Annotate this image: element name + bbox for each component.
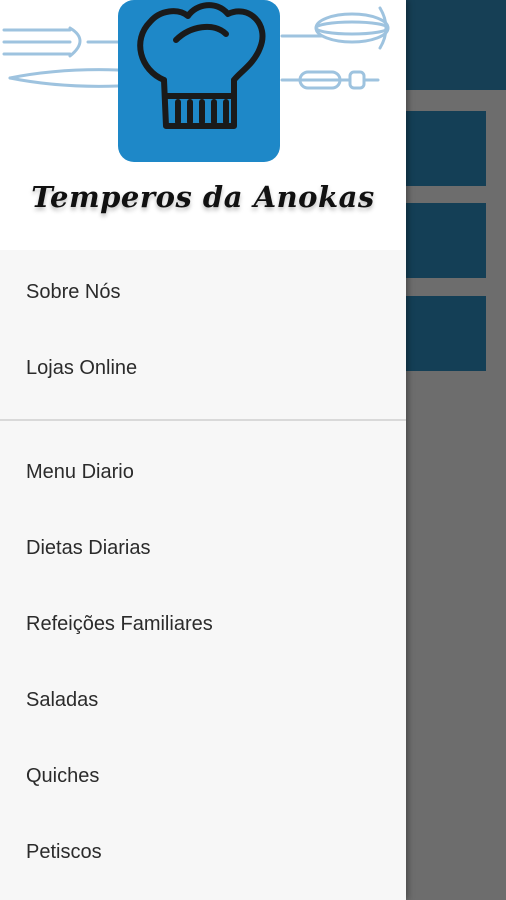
background-tile	[406, 203, 486, 278]
menu-item-dietas-diarias[interactable]: Dietas Diarias	[0, 510, 406, 586]
menu-item-saladas[interactable]: Saladas	[0, 662, 406, 738]
menu-item-quiches[interactable]: Quiches	[0, 738, 406, 814]
navigation-drawer: Temperos da Anokas Sobre Nós Lojas Onlin…	[0, 0, 406, 900]
drawer-menu: Sobre Nós Lojas Online Menu Diario Dieta…	[0, 254, 406, 890]
menu-item-petiscos[interactable]: Petiscos	[0, 814, 406, 890]
logo-background	[118, 0, 280, 162]
header-artwork	[2, 0, 390, 162]
brand-title: Temperos da Anokas	[31, 180, 375, 214]
menu-item-sobre-nos[interactable]: Sobre Nós	[0, 254, 406, 330]
background-tile	[406, 296, 486, 371]
menu-divider	[0, 419, 406, 421]
fork-icon	[2, 26, 132, 58]
whisk-icon	[280, 6, 390, 50]
menu-item-lojas-online[interactable]: Lojas Online	[0, 330, 406, 406]
menu-item-refeicoes-familiares[interactable]: Refeições Familiares	[0, 586, 406, 662]
menu-item-menu-diario[interactable]: Menu Diario	[0, 434, 406, 510]
background-tile	[406, 111, 486, 186]
drawer-header: Temperos da Anokas	[0, 0, 406, 250]
